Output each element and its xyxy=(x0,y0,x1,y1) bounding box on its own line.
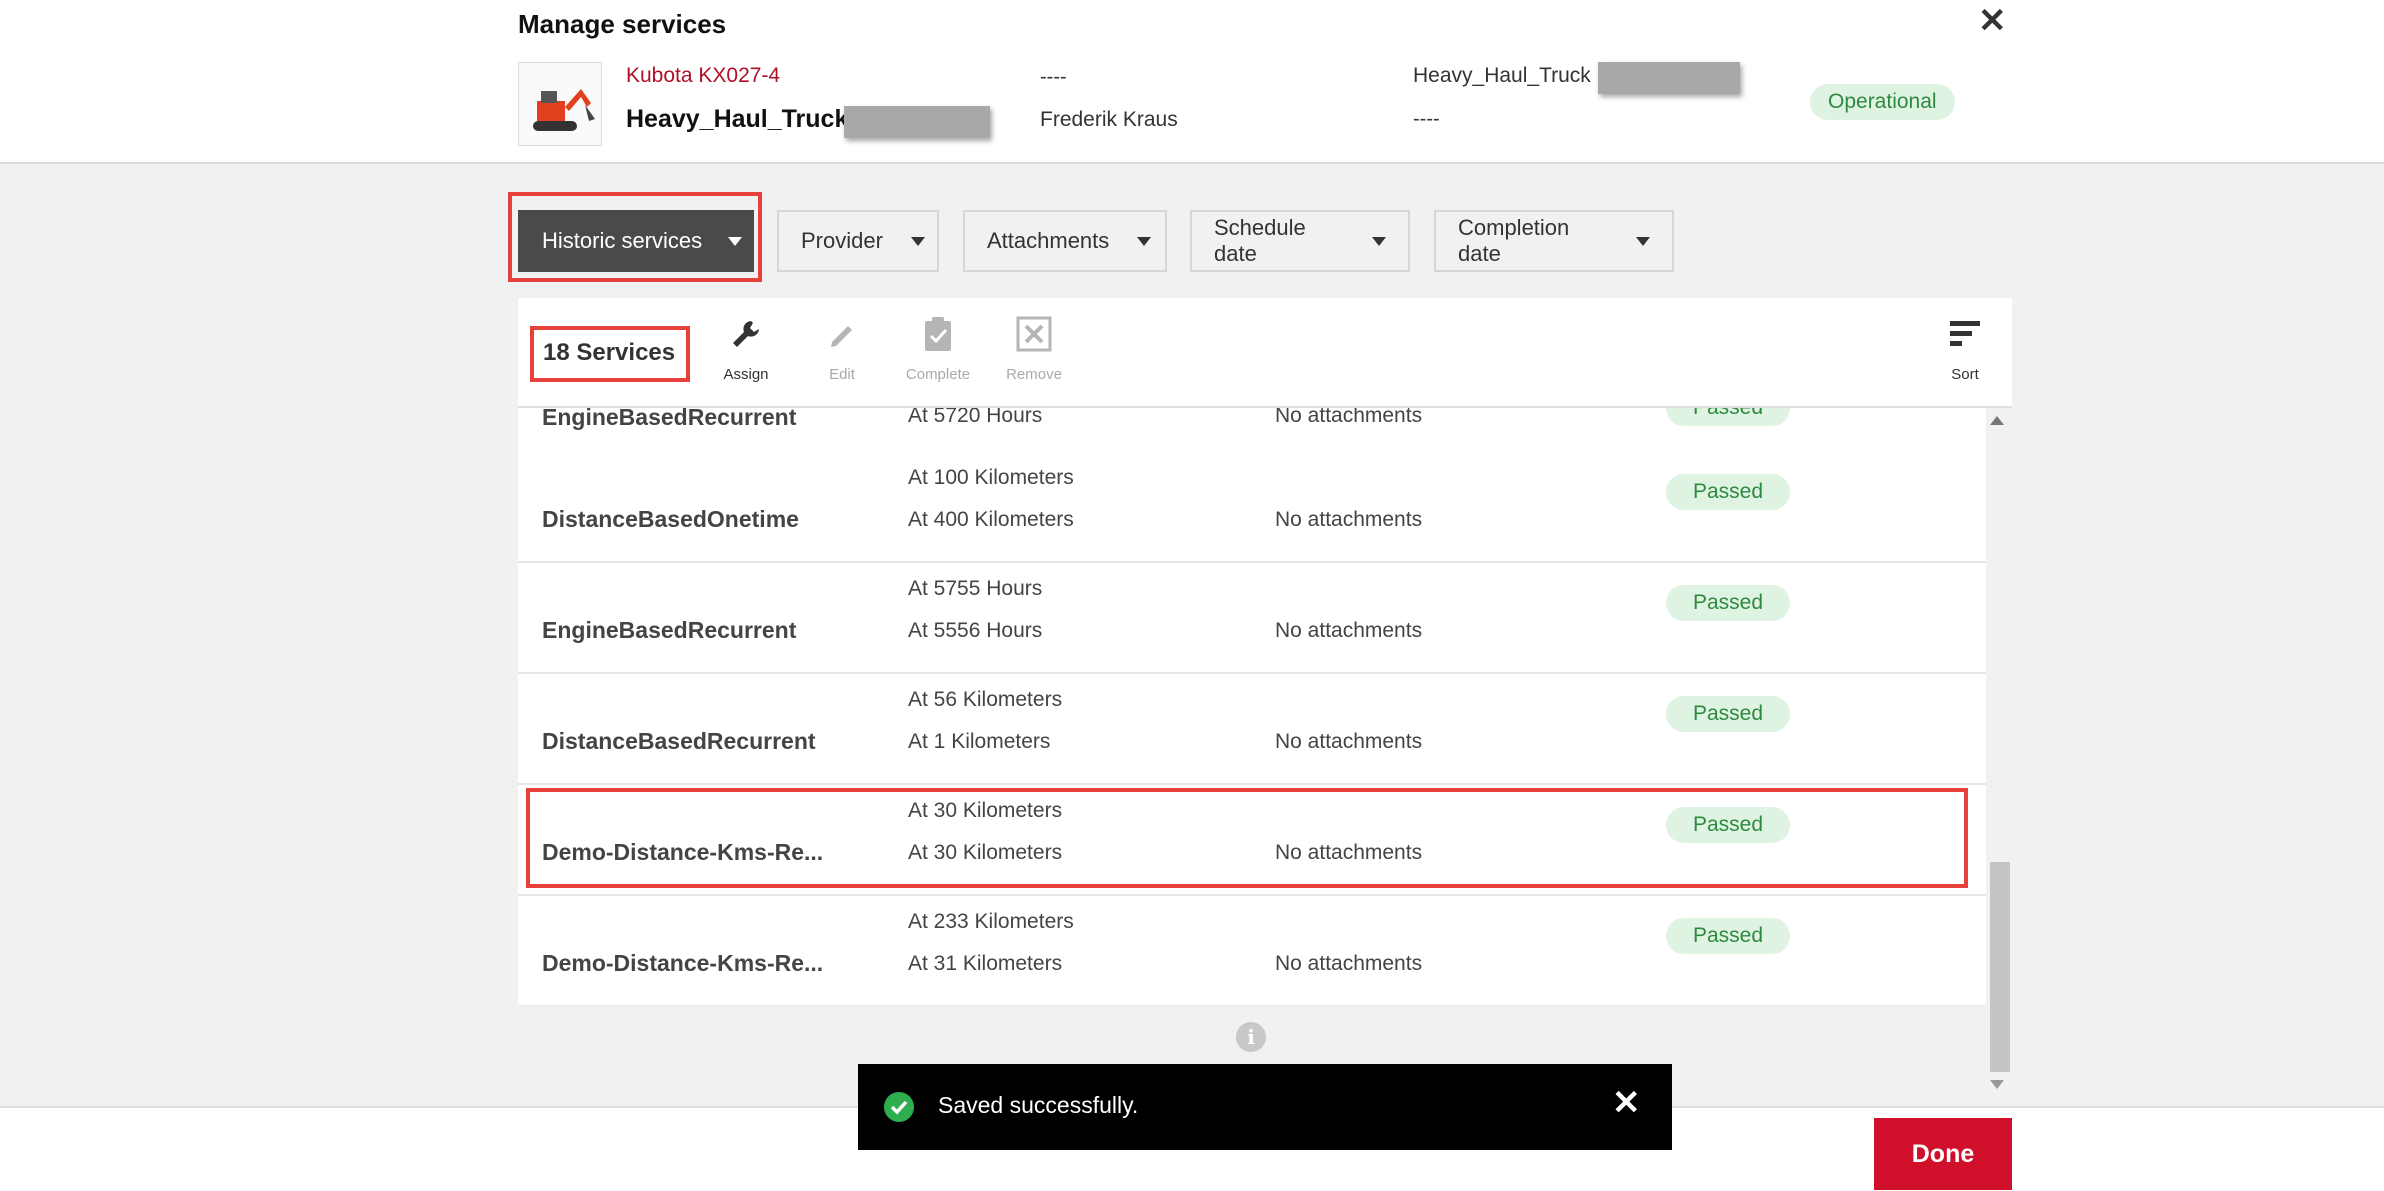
dropdown-label: Provider xyxy=(801,228,883,253)
highlight-box xyxy=(526,788,1968,888)
close-icon[interactable]: ✕ xyxy=(1612,1086,1641,1120)
close-icon[interactable]: ✕ xyxy=(1978,4,2007,38)
service-attachments: No attachments xyxy=(1275,730,1423,753)
caret-down-icon xyxy=(1137,236,1152,246)
dropdown-label: Completion date xyxy=(1458,215,1570,266)
service-interval: At 400 Kilometers xyxy=(908,508,1074,531)
service-attachments: No attachments xyxy=(1275,508,1423,531)
asset-owner: Frederik Kraus xyxy=(1040,108,1178,131)
attachments-dropdown[interactable]: Attachments xyxy=(963,210,1167,272)
toast-message: Saved successfully. xyxy=(938,1092,1139,1118)
asset-type: Heavy_Haul_Truck xyxy=(1413,64,1591,87)
asset-field-empty: ---- xyxy=(1413,108,1440,130)
service-interval: At 5755 Hours xyxy=(908,577,1043,600)
remove-button[interactable]: Remove xyxy=(989,314,1079,383)
service-name: DistanceBasedOnetime xyxy=(542,506,799,532)
sort-button[interactable]: Sort xyxy=(1920,314,2010,383)
service-name: DistanceBasedRecurrent xyxy=(542,728,816,754)
service-status-badge: Passed xyxy=(1666,585,1790,621)
service-status-badge: Passed xyxy=(1666,918,1790,954)
asset-field-empty: ---- xyxy=(1040,66,1067,88)
edit-button[interactable]: Edit xyxy=(797,314,887,383)
service-row[interactable]: At 5755 Hours EngineBasedRecurrent At 55… xyxy=(518,563,1986,674)
scroll-up-icon[interactable] xyxy=(1990,416,2004,425)
done-button[interactable]: Done xyxy=(1874,1118,2012,1190)
service-interval: At 5720 Hours xyxy=(908,408,1043,427)
caret-down-icon xyxy=(910,236,925,246)
schedule-date-dropdown[interactable]: Schedule date xyxy=(1190,210,1410,272)
dropdown-label: Schedule date xyxy=(1214,215,1306,266)
service-status-badge: Passed xyxy=(1666,696,1790,732)
asset-status-badge: Operational xyxy=(1810,84,1955,120)
service-row[interactable]: At 233 Kilometers Demo-Distance-Kms-Re..… xyxy=(518,896,1986,1006)
success-check-icon xyxy=(884,1092,914,1122)
assign-button[interactable]: Assign xyxy=(701,314,791,383)
service-interval: At 56 Kilometers xyxy=(908,688,1063,711)
asset-name: Heavy_Haul_Truck xyxy=(626,105,849,133)
pencil-icon xyxy=(797,314,887,354)
service-attachments: No attachments xyxy=(1275,952,1423,975)
completion-date-dropdown[interactable]: Completion date xyxy=(1434,210,1674,272)
complete-label: Complete xyxy=(905,366,971,383)
dropdown-label: Attachments xyxy=(987,228,1110,253)
dropdown-label: Historic services xyxy=(542,228,703,253)
provider-dropdown[interactable]: Provider xyxy=(777,210,939,272)
service-interval: At 5556 Hours xyxy=(908,619,1043,642)
caret-down-icon xyxy=(1636,236,1650,246)
sort-label: Sort xyxy=(1951,366,1979,383)
scrollbar-thumb[interactable] xyxy=(1990,862,2010,1072)
edit-label: Edit xyxy=(829,366,855,383)
service-attachments: No attachments xyxy=(1275,408,1423,427)
assign-label: Assign xyxy=(723,366,769,383)
historic-services-dropdown[interactable]: Historic services xyxy=(518,210,754,272)
asset-model-link[interactable]: Kubota KX027-4 xyxy=(626,64,780,88)
service-interval: At 100 Kilometers xyxy=(908,466,1074,489)
service-interval: At 233 Kilometers xyxy=(908,910,1074,933)
service-row[interactable]: At 56 Kilometers DistanceBasedRecurrent … xyxy=(518,674,1986,785)
redacted-block xyxy=(844,106,990,138)
caret-down-icon xyxy=(1372,236,1386,246)
clipboard-check-icon xyxy=(893,314,983,354)
page-title: Manage services xyxy=(518,9,727,39)
wrench-icon xyxy=(701,314,791,354)
complete-button[interactable]: Complete xyxy=(893,314,983,383)
service-row[interactable]: At 100 Kilometers DistanceBasedOnetime A… xyxy=(518,452,1986,563)
toast-notification: Saved successfully. ✕ xyxy=(858,1064,1672,1150)
remove-box-icon xyxy=(989,314,1079,354)
asset-header: Manage services ✕ Kubota KX027-4 Heavy_H… xyxy=(0,0,2384,164)
service-interval: At 1 Kilometers xyxy=(908,730,1051,753)
service-name: Demo-Distance-Kms-Re... xyxy=(542,950,824,976)
service-status-badge: Passed xyxy=(1666,408,1790,426)
service-name: EngineBasedRecurrent xyxy=(542,408,797,430)
services-list: EngineBasedRecurrent At 5720 Hours No at… xyxy=(518,408,1986,1006)
service-count: 18 Services xyxy=(543,339,676,366)
redacted-block xyxy=(1598,62,1740,94)
asset-thumbnail xyxy=(518,62,602,146)
service-interval: At 31 Kilometers xyxy=(908,952,1063,975)
service-name: EngineBasedRecurrent xyxy=(542,617,797,643)
service-attachments: No attachments xyxy=(1275,619,1423,642)
remove-label: Remove xyxy=(1006,366,1062,383)
caret-down-icon xyxy=(728,236,743,246)
sort-icon xyxy=(1920,314,2010,354)
scroll-down-icon[interactable] xyxy=(1990,1080,2004,1089)
info-icon[interactable]: i xyxy=(1236,1022,1266,1052)
service-status-badge: Passed xyxy=(1666,474,1790,510)
